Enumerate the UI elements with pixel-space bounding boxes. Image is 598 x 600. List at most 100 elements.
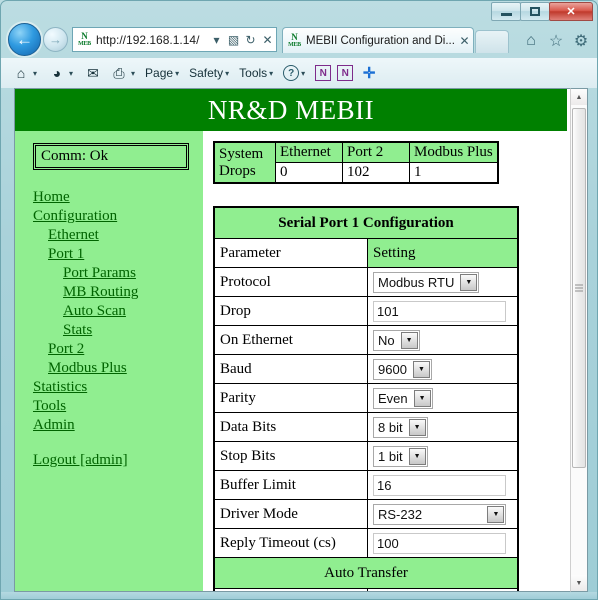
- chevron-down-icon[interactable]: ▾: [131, 69, 135, 78]
- param-label-buffer-limit: Buffer Limit: [213, 470, 368, 500]
- cmd-bluetooth[interactable]: ✛: [356, 61, 382, 85]
- protocol-select[interactable]: Modbus RTU ▼: [373, 271, 480, 293]
- cmd-tools-label: Tools: [239, 66, 268, 80]
- param-label-protocol: Protocol: [213, 267, 368, 297]
- page-viewport: NR&D MEBII Comm: Ok Home Configuration E…: [14, 88, 584, 592]
- param-value-drop: [367, 296, 519, 326]
- stop-bits-select[interactable]: 1 bit ▼: [373, 445, 428, 467]
- main-content: System Drops Ethernet Port 2 Modbus Plus…: [203, 131, 567, 591]
- forward-button[interactable]: →: [43, 27, 68, 52]
- stop-icon[interactable]: ✕: [259, 29, 276, 51]
- driver-mode-select[interactable]: RS-232 ▼: [373, 503, 507, 525]
- cmd-onenote-linked[interactable]: N: [334, 61, 356, 85]
- table-row: Reply Timeout (cs): [213, 528, 519, 558]
- refresh-icon[interactable]: ↻: [242, 29, 259, 51]
- browser-tab[interactable]: N MEB MEBII Configuration and Di... ✕: [282, 27, 474, 53]
- cmd-page[interactable]: Page ▾: [142, 61, 186, 85]
- comm-status-box: Comm: Ok: [33, 143, 189, 170]
- sidebar-item-modbus-plus[interactable]: Modbus Plus: [48, 359, 203, 378]
- sidebar-item-ethernet[interactable]: Ethernet: [48, 226, 203, 245]
- chevron-down-icon[interactable]: ▼: [487, 505, 505, 523]
- table-row: Drop: [213, 296, 519, 326]
- cmd-safety[interactable]: Safety ▾: [186, 61, 236, 85]
- cmd-page-label: Page: [145, 66, 174, 80]
- parity-select[interactable]: Even ▼: [373, 387, 433, 409]
- drop-input[interactable]: [373, 300, 507, 322]
- sidebar-item-port-params[interactable]: Port Params: [63, 264, 203, 283]
- chevron-down-icon[interactable]: ▾: [175, 69, 179, 78]
- chevron-down-icon[interactable]: ▼: [460, 273, 478, 291]
- param-value-reply-timeout: [367, 528, 519, 558]
- sidebar-item-port-2[interactable]: Port 2: [48, 340, 203, 359]
- chevron-down-icon[interactable]: ▼: [408, 447, 426, 465]
- maximize-button[interactable]: [520, 2, 550, 21]
- cmd-print[interactable]: ⎙ ▾: [106, 61, 142, 85]
- chevron-down-icon[interactable]: ▾: [69, 69, 73, 78]
- param-value-parity: Even ▼: [367, 383, 519, 413]
- drops-value-ethernet: 0: [275, 162, 343, 184]
- sidebar-item-mb-routing[interactable]: MB Routing: [63, 283, 203, 302]
- chevron-down-icon[interactable]: ▼: [413, 389, 431, 407]
- new-tab-button[interactable]: [475, 30, 509, 53]
- address-bar[interactable]: N MEB http://192.168.1.14/ ▾ ▧ ↻ ✕: [72, 27, 277, 52]
- chevron-down-icon[interactable]: ▾: [33, 69, 37, 78]
- comm-status-text: Comm: Ok: [35, 145, 187, 168]
- chevron-down-icon[interactable]: ▾: [301, 69, 305, 78]
- param-label-baud: Baud: [213, 354, 368, 384]
- data-bits-select[interactable]: 8 bit ▼: [373, 416, 428, 438]
- reply-timeout-input[interactable]: [373, 532, 507, 554]
- param-value-protocol: Modbus RTU ▼: [367, 267, 519, 297]
- favorites-star-icon[interactable]: ☆: [545, 30, 567, 52]
- param-label-stop-bits: Stop Bits: [213, 441, 368, 471]
- baud-select[interactable]: 9600 ▼: [373, 358, 432, 380]
- on-ethernet-selected-value: No: [378, 332, 395, 348]
- chevron-down-icon[interactable]: ▼: [408, 418, 426, 436]
- cmd-onenote-send[interactable]: N: [312, 61, 334, 85]
- sidebar-item-tools[interactable]: Tools: [33, 397, 203, 416]
- home-icon[interactable]: ⌂: [520, 30, 542, 52]
- logout-link[interactable]: Logout [admin]: [33, 451, 203, 470]
- chevron-down-icon[interactable]: ▾: [269, 69, 273, 78]
- close-button[interactable]: ✕: [549, 2, 593, 21]
- sidebar-item-home[interactable]: Home: [33, 188, 203, 207]
- tab-close-icon[interactable]: ✕: [456, 30, 473, 52]
- back-arrow-icon: ←: [16, 30, 33, 49]
- column-header-setting: Setting: [367, 238, 519, 268]
- scrollbar-thumb[interactable]: [572, 108, 586, 468]
- param-label-reply-timeout: Reply Timeout (cs): [213, 528, 368, 558]
- url-text[interactable]: http://192.168.1.14/: [96, 33, 208, 47]
- sidebar-item-admin[interactable]: Admin: [33, 416, 203, 435]
- onenote-send-icon: N: [315, 65, 332, 81]
- back-button[interactable]: ←: [8, 23, 41, 56]
- cmd-read-mail[interactable]: ✉: [80, 61, 106, 85]
- navigation-bar: ← → N MEB http://192.168.1.14/ ▾ ▧ ↻ ✕ N…: [0, 22, 598, 58]
- sidebar-item-auto-scan[interactable]: Auto Scan: [63, 302, 203, 321]
- param-label-drop: Drop: [213, 296, 368, 326]
- drops-value-modbus-plus: 1: [408, 162, 499, 184]
- sidebar-item-stats[interactable]: Stats: [63, 321, 203, 340]
- sidebar-item-port-1[interactable]: Port 1: [48, 245, 203, 264]
- tools-gear-icon[interactable]: ⚙: [570, 30, 592, 52]
- cmd-help[interactable]: ? ▾: [280, 61, 312, 85]
- cmd-feeds[interactable]: ◕ ▾: [44, 61, 80, 85]
- minimize-button[interactable]: [491, 2, 521, 21]
- on-ethernet-select[interactable]: No ▼: [373, 329, 420, 351]
- cmd-home[interactable]: ⌂ ▾: [8, 61, 44, 85]
- sidebar-item-statistics[interactable]: Statistics: [33, 378, 203, 397]
- sidebar-item-configuration[interactable]: Configuration: [33, 207, 203, 226]
- data-bits-selected-value: 8 bit: [378, 419, 403, 435]
- compatibility-view-icon[interactable]: ▧: [225, 29, 242, 51]
- chevron-down-icon[interactable]: ▼: [400, 331, 418, 349]
- scroll-up-button[interactable]: ▲: [571, 89, 587, 105]
- tab-title: MEBII Configuration and Di...: [306, 34, 455, 47]
- chevron-down-icon[interactable]: ▼: [412, 360, 430, 378]
- address-dropdown-icon[interactable]: ▾: [208, 29, 225, 51]
- cmd-tools[interactable]: Tools ▾: [236, 61, 280, 85]
- table-row: Data Bits 8 bit ▼: [213, 412, 519, 442]
- param-label-driver-mode: Driver Mode: [213, 499, 368, 529]
- vertical-scrollbar[interactable]: ▲ ▼: [570, 88, 588, 592]
- scroll-down-button[interactable]: ▼: [571, 575, 587, 591]
- buffer-limit-input[interactable]: [373, 474, 507, 496]
- chevron-down-icon[interactable]: ▾: [225, 69, 229, 78]
- rss-feed-icon: ◕: [52, 65, 62, 81]
